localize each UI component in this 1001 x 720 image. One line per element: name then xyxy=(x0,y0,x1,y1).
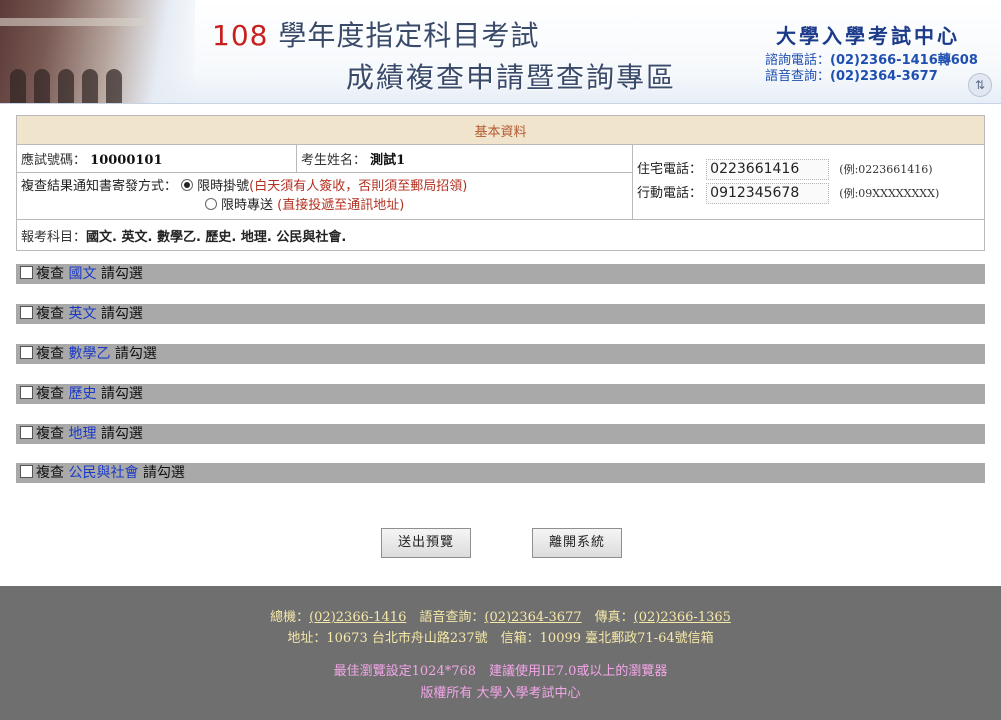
review-row-english: 複查 英文 請勾選 xyxy=(16,304,985,324)
review-checkbox-civics[interactable] xyxy=(20,465,33,478)
notify-method-label: 複查結果通知書寄發方式： xyxy=(21,179,178,194)
review-checkbox-history[interactable] xyxy=(20,386,33,399)
radio-express-delivery[interactable] xyxy=(205,198,217,210)
radio-registered-mail[interactable] xyxy=(181,179,194,191)
exam-no-label: 應試號碼： xyxy=(21,153,87,168)
footer-main-phone-link[interactable]: (02)2366-1416 xyxy=(309,610,406,625)
basic-info-table: 基本資料 應試號碼： 10000101 考生姓名： 測試1 住宅電話： 0223… xyxy=(16,115,985,251)
review-checkbox-math-b[interactable] xyxy=(20,346,33,359)
review-checkbox-geography[interactable] xyxy=(20,426,33,439)
footer-copyright: 版權所有 大學入學考試中心 xyxy=(420,686,581,701)
review-checkbox-chinese[interactable] xyxy=(20,266,33,279)
review-row-history: 複查 歷史 請勾選 xyxy=(16,384,985,404)
review-row-civics: 複查 公民與社會 請勾選 xyxy=(16,463,985,483)
home-phone-label: 住宅電話： xyxy=(637,162,703,177)
name-value: 測試1 xyxy=(370,153,406,168)
subjects-value: 國文. 英文. 數學乙. 歷史. 地理. 公民與社會. xyxy=(86,229,347,245)
page-title-line1: 108 學年度指定科目考試 xyxy=(212,19,540,52)
page-header: 108 學年度指定科目考試 成績複查申請暨查詢專區 大學入學考試中心 諮詢電話：… xyxy=(0,0,1001,104)
review-row-math-b: 複查 數學乙 請勾選 xyxy=(16,344,985,364)
mobile-phone-input[interactable]: 0912345678 xyxy=(706,183,830,204)
header-contact: 諮詢電話：(02)2366-1416轉608 語音查詢：(02)2364-367… xyxy=(765,53,978,84)
home-phone-example: (例:0223661416) xyxy=(839,163,933,176)
review-subject-name: 歷史 xyxy=(68,386,97,402)
name-label: 考生姓名： xyxy=(301,153,367,168)
review-subject-name: 公民與社會 xyxy=(68,465,139,481)
review-subject-name: 國文 xyxy=(68,266,97,282)
option-registered-mail-note: (白天須有人簽收，否則須至郵局招領) xyxy=(249,179,468,194)
page-title-line2: 成績複查申請暨查詢專區 xyxy=(346,61,677,94)
option-express-delivery-note: (直接投遞至通訊地址) xyxy=(277,198,405,213)
exit-system-button[interactable]: 離開系統 xyxy=(532,528,622,558)
review-subject-name: 數學乙 xyxy=(68,346,111,362)
exam-no-value: 10000101 xyxy=(90,153,163,168)
option-express-delivery-label: 限時專送 xyxy=(221,198,274,213)
review-row-geography: 複查 地理 請勾選 xyxy=(16,424,985,444)
review-checkbox-english[interactable] xyxy=(20,306,33,319)
review-row-chinese: 複查 國文 請勾選 xyxy=(16,264,985,284)
home-phone-input[interactable]: 0223661416 xyxy=(706,159,830,180)
submit-preview-button[interactable]: 送出預覽 xyxy=(381,528,471,558)
footer-browser-note: 最佳瀏覽設定1024*768 建議使用IE7.0或以上的瀏覽器 xyxy=(333,664,668,679)
footer-voice-phone-link[interactable]: (02)2364-3677 xyxy=(484,610,581,625)
collapse-toggle-icon[interactable]: ⇅ xyxy=(968,73,992,97)
footer-fax-link[interactable]: (02)2366-1365 xyxy=(634,610,731,625)
header-photo xyxy=(0,0,195,103)
option-registered-mail-label: 限時掛號 xyxy=(197,179,250,194)
mobile-phone-label: 行動電話： xyxy=(637,186,703,201)
page-footer: 總機：(02)2366-1416 語音查詢：(02)2364-3677 傳真：(… xyxy=(0,586,1001,720)
review-subject-name: 英文 xyxy=(68,306,97,322)
mobile-phone-example: (例:09XXXXXXXX) xyxy=(839,187,940,200)
review-subject-name: 地理 xyxy=(68,426,97,442)
footer-address: 地址：10673 台北市舟山路237號 信箱：10099 臺北郵政71-64號信… xyxy=(287,631,714,646)
subjects-label: 報考科目： xyxy=(21,229,87,245)
section-title: 基本資料 xyxy=(16,115,985,145)
org-name: 大學入學考試中心 xyxy=(776,24,960,48)
footer-contact-line: 總機：(02)2366-1416 語音查詢：(02)2364-3677 傳真：(… xyxy=(270,610,731,625)
